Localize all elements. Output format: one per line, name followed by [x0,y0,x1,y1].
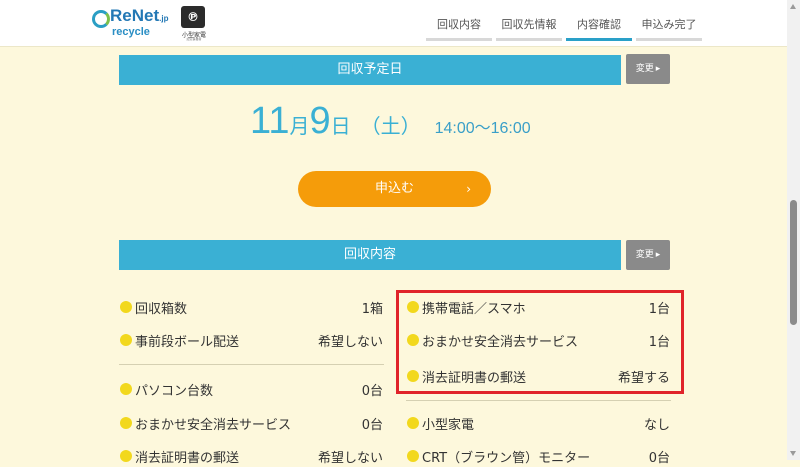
bullet-icon [120,383,132,395]
step-collection-contents: 回収内容 [426,16,492,41]
list-item-cardboard-delivery: 事前段ボール配送 希望しない [120,331,383,351]
schedule-section-title: 回収予定日 [119,55,621,85]
apply-button[interactable]: 申込む › [298,171,491,207]
bullet-icon [120,334,132,346]
list-item-pc-erase-service: おまかせ安全消去サービス 0台 [120,414,383,434]
bullet-icon [120,301,132,313]
list-item-crt-monitor: CRT（ブラウン管）モニター 0台 [407,447,670,467]
schedule-edit-button[interactable]: 変更 ▸ [626,54,670,84]
scroll-thumb[interactable] [790,200,797,325]
renet-logo[interactable]: ReNet.jp recycle [90,6,168,40]
certification-badge: ℗ 小型家電 認定事業者 [178,6,210,42]
list-item-pc-count: パソコン台数 0台 [120,380,383,400]
page-scrollbar[interactable] [787,0,800,460]
scroll-down-arrow-icon[interactable] [790,451,796,456]
contents-section-title: 回収内容 [119,240,621,270]
highlight-box [396,290,684,394]
site-header: ReNet.jp recycle ℗ 小型家電 認定事業者 回収内容 回収先情報… [0,0,800,47]
time-slot: 14:00〜16:00 [434,120,531,137]
date-weekday: （土） [360,116,421,138]
divider [119,364,384,365]
list-item-pc-certificate-mail: 消去証明書の郵送 希望しない [120,447,383,467]
divider [406,400,671,401]
logo-text: ReNet.jp [110,6,169,25]
date-month: 11 [250,100,290,142]
step-complete: 申込み完了 [636,16,702,41]
bullet-icon [407,417,419,429]
list-item-box-count: 回収箱数 1箱 [120,298,383,318]
progress-steps: 回収内容 回収先情報 内容確認 申込み完了 [426,16,702,41]
bullet-icon [407,450,419,462]
date-day: 9 [309,100,331,142]
list-item-small-appliance: 小型家電 なし [407,414,670,434]
logo-subtitle: recycle [112,26,150,38]
chevron-right-icon: ▸ [655,250,661,260]
bullet-icon [120,450,132,462]
step-confirm: 内容確認 [566,16,632,41]
recycle-ring-icon [92,10,110,28]
certification-mark-icon: ℗ [181,6,205,28]
bullet-icon [120,417,132,429]
step-collection-address: 回収先情報 [496,16,562,41]
collection-date: 11月9日 （土） 14:00〜16:00 [250,100,531,142]
contents-edit-button[interactable]: 変更 ▸ [626,240,670,270]
scroll-up-arrow-icon[interactable] [790,4,796,9]
chevron-right-icon: ▸ [655,64,661,74]
badge-sublabel: 認定事業者 [186,37,202,41]
chevron-right-icon: › [466,182,471,196]
